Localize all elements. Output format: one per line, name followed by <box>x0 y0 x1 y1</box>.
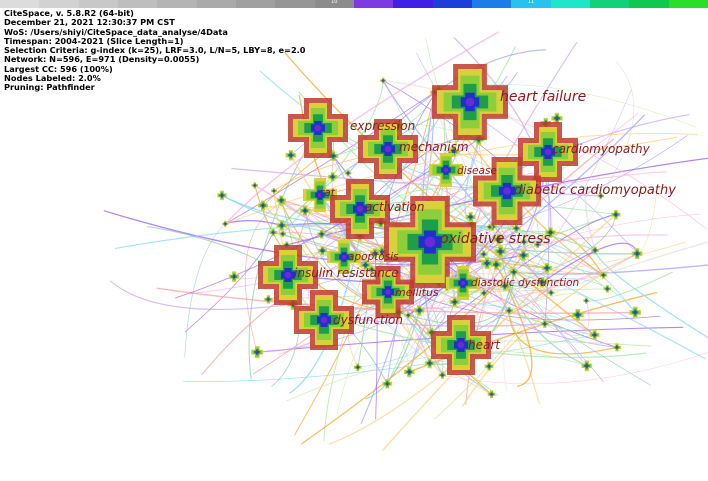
time-slice-6 <box>235 0 276 8</box>
time-slice-4 <box>157 0 197 8</box>
minor-node <box>380 77 387 84</box>
time-slice-color-bar: 10 11 <box>0 0 708 8</box>
time-slice-12 <box>471 0 512 8</box>
time-slice-year-label: 11 <box>527 0 535 5</box>
minor-node <box>228 271 240 282</box>
time-slice-year-label: 10 <box>331 0 338 5</box>
pruning-method: Pruning: Pathfinder <box>4 82 95 93</box>
keyword-label: diastolic dysfunction <box>471 277 579 289</box>
time-slice-11 <box>432 0 472 8</box>
keyword-label: activation <box>365 200 424 214</box>
keyword-label: heart <box>468 338 501 352</box>
minor-node <box>251 346 264 359</box>
keyword-label: apoptosis <box>348 251 399 263</box>
minor-node <box>583 297 590 304</box>
keyword-label: dysfunction <box>333 313 403 327</box>
time-slice-16 <box>629 0 669 8</box>
time-slice-5 <box>196 0 236 8</box>
minor-node <box>269 228 277 237</box>
time-slice-15 <box>589 0 630 8</box>
minor-node <box>264 295 273 304</box>
keyword-label: insulin resistance <box>294 266 399 280</box>
minor-node <box>629 306 642 319</box>
time-slice-9 <box>353 0 394 8</box>
keyword-node <box>288 98 348 158</box>
minor-node <box>217 190 227 201</box>
minor-node <box>403 366 415 378</box>
keyword-label: heart failure <box>500 89 586 105</box>
keyword-label: oxidative stress <box>440 231 551 247</box>
keyword-label: cardiomyopathy <box>552 142 651 156</box>
time-slice-13: 11 <box>511 0 551 8</box>
keyword-label: expression <box>350 119 415 133</box>
time-slice-3 <box>117 0 158 8</box>
keyword-label: rat <box>320 187 336 199</box>
time-slice-14 <box>550 0 590 8</box>
keyword-label: mellitus <box>395 286 439 299</box>
time-slice-0 <box>0 0 40 8</box>
minor-node <box>251 182 259 189</box>
network-summary: CiteSpace, v. 5.8.R2 (64-bit) December 2… <box>4 8 305 93</box>
keyword-label: disease <box>457 165 497 177</box>
keyword-label: diabetic cardiomyopathy <box>514 183 676 198</box>
minor-node <box>353 363 362 372</box>
minor-node <box>484 361 494 371</box>
time-slice-8: 10 <box>314 0 354 8</box>
minor-node <box>603 285 612 293</box>
keyword-label: mechanism <box>399 140 469 154</box>
time-slice-2 <box>78 0 118 8</box>
time-slice-1 <box>39 0 79 8</box>
time-slice-10 <box>393 0 433 8</box>
minor-node <box>581 360 593 372</box>
time-slice-17 <box>668 0 708 8</box>
time-slice-7 <box>275 0 315 8</box>
